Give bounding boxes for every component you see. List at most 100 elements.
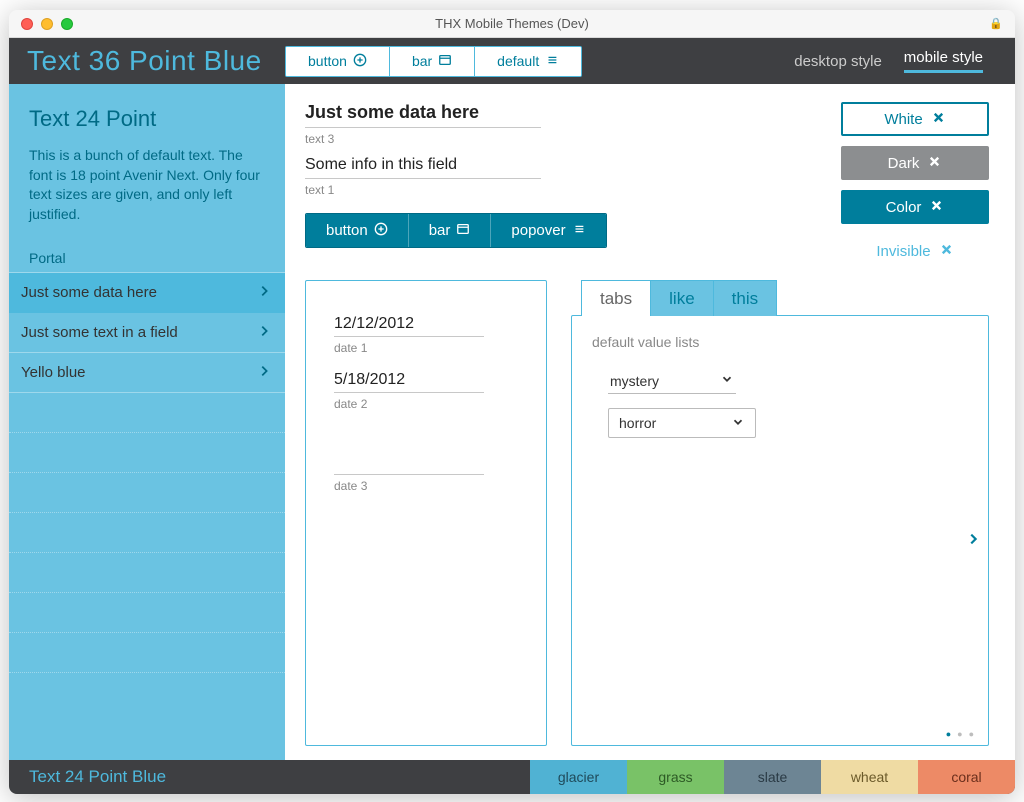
field-value[interactable]: Some info in this field	[305, 156, 541, 179]
tab-this[interactable]: this	[713, 280, 777, 316]
sidebar-heading: Text 24 Point	[29, 106, 265, 132]
dark-button[interactable]: Dark	[841, 146, 989, 180]
sidebar: Text 24 Point This is a bunch of default…	[9, 84, 285, 760]
list-icon	[545, 53, 559, 70]
button-label: Invisible	[876, 243, 930, 260]
titlebar: THX Mobile Themes (Dev) 🔒	[9, 10, 1015, 38]
text-field-block: Just some data here text 3	[305, 102, 541, 146]
zoom-icon[interactable]	[61, 18, 73, 30]
tab-heading: default value lists	[592, 334, 972, 350]
swatch-slate[interactable]: slate	[724, 760, 821, 794]
date-value[interactable]	[334, 455, 484, 475]
dropdown-value: mystery	[610, 373, 659, 389]
style-switch: desktop style mobile style	[794, 49, 1015, 73]
button-label: Dark	[888, 155, 920, 172]
traffic-lights	[9, 18, 73, 30]
seg-label: bar	[429, 222, 451, 239]
portal-item-label: Yello blue	[21, 364, 86, 381]
seg-label: button	[326, 222, 368, 239]
top-row: Just some data here text 3 Some info in …	[305, 102, 989, 268]
chevron-right-icon	[257, 324, 271, 342]
lower-row: 12/12/2012 date 1 5/18/2012 date 2 date …	[305, 280, 989, 746]
portal-item[interactable]: Just some data here	[9, 273, 285, 313]
seg-label: bar	[412, 53, 432, 69]
tab-body: default value lists mystery horror	[571, 315, 989, 746]
chevron-right-icon	[257, 284, 271, 302]
color-button[interactable]: Color	[841, 190, 989, 224]
footer: Text 24 Point Blue glacier grass slate w…	[9, 760, 1015, 794]
swatch-label: wheat	[851, 769, 888, 785]
tab-label: tabs	[600, 289, 632, 309]
lock-icon: 🔒	[989, 17, 1003, 30]
swatch-wheat[interactable]: wheat	[821, 760, 918, 794]
close-icon	[931, 110, 946, 129]
list-icon	[572, 222, 586, 240]
sidebar-description: This is a bunch of default text. The fon…	[29, 146, 265, 224]
swatch-glacier[interactable]: glacier	[530, 760, 627, 794]
portal-empty-row	[9, 473, 285, 513]
portal-item-label: Just some data here	[21, 284, 157, 301]
white-button[interactable]: White	[841, 102, 989, 136]
seg-label: button	[308, 53, 347, 69]
date-field-block: 12/12/2012 date 1	[334, 315, 484, 355]
chevron-down-icon	[731, 415, 745, 432]
seg-label: popover	[511, 222, 565, 239]
header-bar: Text 36 Point Blue button bar default de…	[9, 38, 1015, 84]
footer-title: Text 24 Point Blue	[9, 760, 285, 794]
portal-empty-row	[9, 553, 285, 593]
button-label: Color	[886, 199, 922, 216]
window-title: THX Mobile Themes (Dev)	[9, 16, 1015, 31]
swatch-grass[interactable]: grass	[627, 760, 724, 794]
date-label: date 3	[334, 479, 484, 493]
close-icon	[927, 154, 942, 173]
seg-default[interactable]: default	[475, 47, 581, 76]
app-window: THX Mobile Themes (Dev) 🔒 Text 36 Point …	[9, 10, 1015, 794]
seg-popover[interactable]: popover	[491, 214, 605, 247]
date-field-block: 5/18/2012 date 2	[334, 371, 484, 411]
close-icon[interactable]	[21, 18, 33, 30]
field-label: text 3	[305, 132, 541, 146]
date-value[interactable]: 5/18/2012	[334, 371, 484, 393]
close-icon	[929, 198, 944, 217]
seg-bar[interactable]: bar	[390, 47, 475, 76]
link-mobile-style[interactable]: mobile style	[904, 49, 983, 73]
header-segment-control: button bar default	[285, 46, 582, 77]
footer-spacer	[285, 760, 530, 794]
seg-bar[interactable]: bar	[409, 214, 492, 247]
swatch-label: slate	[758, 769, 788, 785]
swatch-label: glacier	[558, 769, 599, 785]
tab-tabs[interactable]: tabs	[581, 280, 651, 316]
valuelist-select[interactable]: horror	[608, 408, 756, 438]
text-field-block: Some info in this field text 1	[305, 156, 541, 197]
swatch-label: coral	[951, 769, 981, 785]
dot-icon[interactable]: ●	[969, 729, 974, 739]
portal-item[interactable]: Just some text in a field	[9, 313, 285, 353]
blue-segment-control: button bar popover	[305, 213, 607, 248]
dot-icon[interactable]: ●	[946, 729, 951, 739]
invisible-button[interactable]: Invisible	[841, 234, 989, 268]
chevron-right-icon[interactable]	[966, 526, 980, 552]
swatch-coral[interactable]: coral	[918, 760, 1015, 794]
fields-column: Just some data here text 3 Some info in …	[305, 102, 805, 268]
date-label: date 2	[334, 397, 484, 411]
portal-empty-row	[9, 633, 285, 673]
portal-item-label: Just some text in a field	[21, 324, 178, 341]
chevron-right-icon	[257, 364, 271, 382]
tab-like[interactable]: like	[650, 280, 714, 316]
link-desktop-style[interactable]: desktop style	[794, 53, 882, 70]
portal-item[interactable]: Yello blue	[9, 353, 285, 393]
date-value[interactable]: 12/12/2012	[334, 315, 484, 337]
button-label: White	[884, 111, 922, 128]
seg-button[interactable]: button	[306, 214, 409, 247]
valuelist-dropdown[interactable]: mystery	[608, 368, 736, 394]
chevron-down-icon	[720, 372, 734, 389]
minimize-icon[interactable]	[41, 18, 53, 30]
seg-button[interactable]: button	[286, 47, 390, 76]
tabs-card: tabs like this default value lists myste…	[571, 280, 989, 746]
date-card: 12/12/2012 date 1 5/18/2012 date 2 date …	[305, 280, 547, 746]
page-dots: ● ● ●	[946, 729, 974, 739]
dropdown-row: mystery	[608, 368, 972, 394]
field-value[interactable]: Just some data here	[305, 102, 541, 128]
portal-empty-row	[9, 433, 285, 473]
dot-icon[interactable]: ●	[957, 729, 962, 739]
